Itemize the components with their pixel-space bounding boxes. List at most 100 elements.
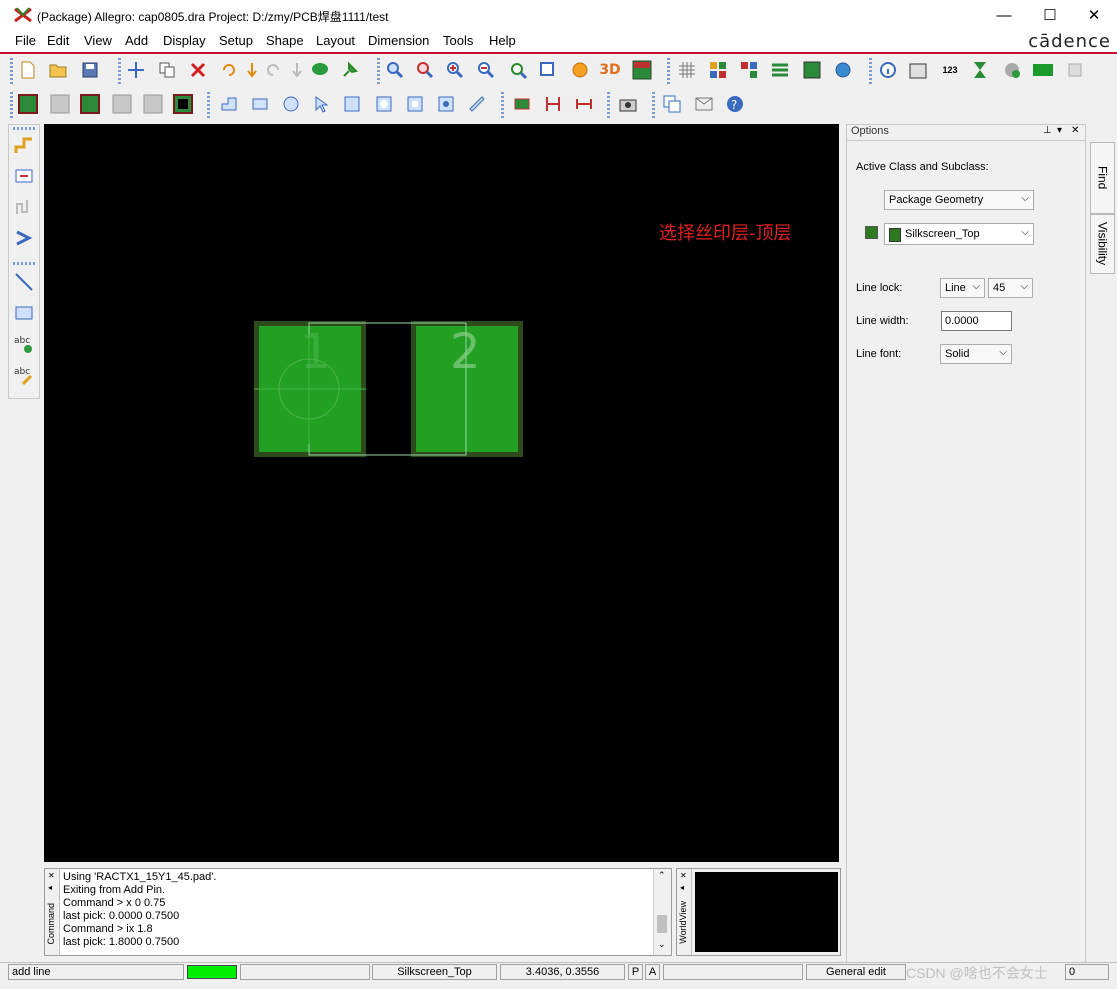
help-icon[interactable]: ?: [723, 92, 747, 116]
zoom-fit-icon[interactable]: [413, 58, 437, 82]
disabled-board-icon[interactable]: [48, 92, 72, 116]
line-font-dropdown[interactable]: Solid ⌵: [940, 344, 1012, 364]
chevron-up-icon[interactable]: ⌃: [658, 870, 666, 881]
windows-icon[interactable]: [660, 92, 684, 116]
world-view-handle[interactable]: ✕ ◂ WorldView: [677, 869, 692, 955]
report-icon[interactable]: [906, 58, 930, 82]
chevron-left-icon[interactable]: ◂: [680, 883, 684, 892]
disabled-tool-icon[interactable]: [1063, 58, 1087, 82]
dim-horizontal-icon[interactable]: [572, 92, 596, 116]
void-rect-icon[interactable]: [403, 92, 427, 116]
route-board-icon[interactable]: [78, 92, 102, 116]
world-view-canvas[interactable]: [695, 872, 838, 952]
color-icon[interactable]: [706, 58, 730, 82]
menu-add[interactable]: Add: [125, 33, 148, 48]
toolbar-grip[interactable]: [377, 58, 380, 84]
menu-tools[interactable]: Tools: [443, 33, 473, 48]
select-shape-icon[interactable]: [309, 92, 333, 116]
status-a-flag[interactable]: A: [645, 964, 660, 980]
layers-color-icon[interactable]: [737, 58, 761, 82]
line-lock-dropdown[interactable]: Line ⌵: [940, 278, 985, 298]
zoom-world-icon[interactable]: [536, 58, 560, 82]
info-icon[interactable]: [876, 58, 900, 82]
open-folder-icon[interactable]: [46, 58, 70, 82]
copy-icon[interactable]: [155, 58, 179, 82]
measure-icon[interactable]: 123: [938, 58, 962, 82]
shape-rect-icon[interactable]: [248, 92, 272, 116]
slide-icon[interactable]: [12, 164, 36, 188]
flip-icon[interactable]: [630, 58, 654, 82]
down-arrow-icon[interactable]: [240, 58, 264, 82]
close-panel-icon[interactable]: ✕: [1071, 125, 1079, 136]
camera-icon[interactable]: [616, 92, 640, 116]
grid-icon[interactable]: [675, 58, 699, 82]
panel-menu-icon[interactable]: ▾: [1057, 125, 1062, 136]
redraw-icon[interactable]: [568, 58, 592, 82]
menu-view[interactable]: View: [84, 33, 112, 48]
toolbar-grip[interactable]: [13, 262, 35, 265]
toolbar-grip[interactable]: [501, 92, 504, 118]
edit-boundary-icon[interactable]: [465, 92, 489, 116]
line-angle-dropdown[interactable]: 45 ⌵: [988, 278, 1033, 298]
tab-visibility[interactable]: Visibility: [1090, 214, 1115, 274]
menu-shape[interactable]: Shape: [266, 33, 304, 48]
status-p-flag[interactable]: P: [628, 964, 643, 980]
menu-dimension[interactable]: Dimension: [368, 33, 429, 48]
menu-file[interactable]: File: [15, 33, 36, 48]
close-panel-icon[interactable]: ✕: [48, 871, 55, 880]
manual-void-icon[interactable]: [340, 92, 364, 116]
tab-find[interactable]: Find: [1090, 142, 1115, 214]
close-button[interactable]: ✕: [1071, 0, 1117, 30]
mail-icon[interactable]: [692, 92, 716, 116]
toolbar-grip[interactable]: [607, 92, 610, 118]
menu-setup[interactable]: Setup: [219, 33, 253, 48]
zoom-previous-icon[interactable]: [506, 58, 530, 82]
world-icon[interactable]: [831, 58, 855, 82]
shape-circle-icon[interactable]: [279, 92, 303, 116]
disabled-board-icon[interactable]: [141, 92, 165, 116]
disabled-board-icon[interactable]: [110, 92, 134, 116]
chevron-down-icon[interactable]: ⌄: [658, 939, 666, 950]
menu-edit[interactable]: Edit: [47, 33, 69, 48]
scrollbar-thumb[interactable]: [657, 915, 667, 933]
toolbar-grip[interactable]: [207, 92, 210, 118]
command-scrollbar[interactable]: ⌃ ⌄: [653, 869, 671, 955]
dim-vertical-icon[interactable]: [541, 92, 565, 116]
add-circle-icon[interactable]: [1000, 58, 1024, 82]
shape-board-icon[interactable]: [171, 92, 195, 116]
line-width-input[interactable]: [941, 311, 1012, 331]
place-board-icon[interactable]: [16, 92, 40, 116]
zoom-out-icon[interactable]: [474, 58, 498, 82]
toolbar-grip[interactable]: [118, 58, 121, 84]
toolbar-grip[interactable]: [10, 92, 13, 118]
r1-icon[interactable]: [1031, 58, 1055, 82]
menu-display[interactable]: Display: [163, 33, 206, 48]
add-line-icon[interactable]: [12, 270, 36, 294]
subclass-dropdown[interactable]: Silkscreen_Top ⌵: [884, 223, 1034, 245]
zoom-in-icon[interactable]: [443, 58, 467, 82]
toolbar-grip[interactable]: [13, 127, 35, 130]
dimension-icon[interactable]: [510, 92, 534, 116]
toolbar-grip[interactable]: [869, 58, 872, 84]
zoom-points-icon[interactable]: [383, 58, 407, 82]
cm-icon[interactable]: [800, 58, 824, 82]
add-connect-icon[interactable]: [12, 133, 36, 157]
redo-down-icon[interactable]: [285, 58, 309, 82]
pin-icon[interactable]: [338, 58, 362, 82]
save-icon[interactable]: [78, 58, 102, 82]
redo-icon[interactable]: [262, 58, 286, 82]
undo-icon[interactable]: [216, 58, 240, 82]
void-circle-icon[interactable]: [372, 92, 396, 116]
command-window-handle[interactable]: ✕ ◂ Command: [45, 869, 60, 955]
custom-smooth-icon[interactable]: [12, 226, 36, 250]
move-icon[interactable]: [124, 58, 148, 82]
toolbar-grip[interactable]: [10, 58, 13, 84]
toolbar-grip[interactable]: [652, 92, 655, 118]
menu-help[interactable]: Help: [489, 33, 516, 48]
class-dropdown[interactable]: Package Geometry ⌵: [884, 190, 1034, 210]
void-element-icon[interactable]: [434, 92, 458, 116]
toolbar-grip[interactable]: [667, 58, 670, 84]
delete-icon[interactable]: [186, 58, 210, 82]
edit-text-icon[interactable]: abc: [12, 363, 36, 387]
add-text-icon[interactable]: abc: [12, 332, 36, 356]
